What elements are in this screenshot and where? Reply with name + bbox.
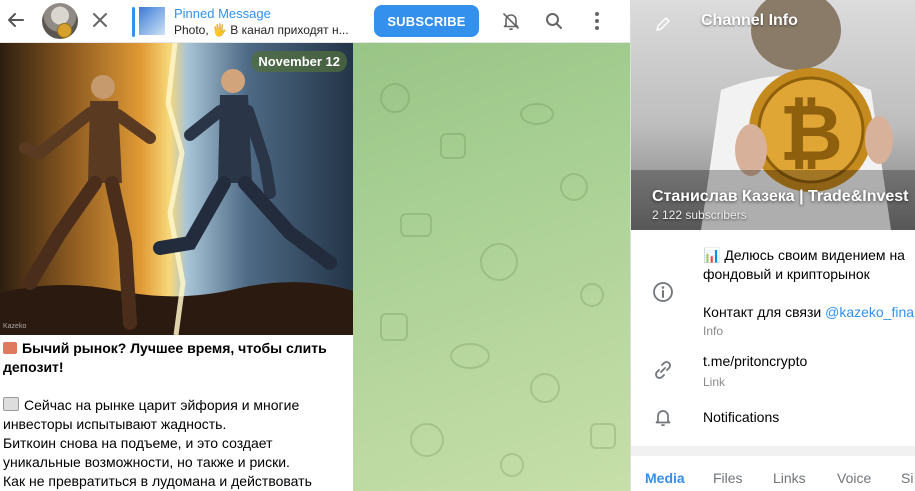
subscriber-count: 2 122 subscribers <box>652 208 747 222</box>
link-label: Link <box>703 375 726 389</box>
contact-line: Контакт для связи @kazeko_fina <box>703 303 914 322</box>
doodle-circle-icon <box>380 83 410 113</box>
doodle-circle-icon <box>480 243 518 281</box>
media-tabs: Media Files Links Voice Si <box>631 456 915 491</box>
edit-button[interactable] <box>651 12 675 36</box>
tab-similar[interactable]: Si <box>901 470 913 486</box>
doodle-square-icon <box>440 133 466 159</box>
bell-off-icon <box>503 13 519 31</box>
date-chip: November 12 <box>251 51 347 72</box>
subscribe-button[interactable]: SUBSCRIBE <box>374 5 479 37</box>
post-illustration <box>0 43 353 335</box>
post-paragraph: Биткоин снова на подъеме, и это создает … <box>3 435 290 470</box>
doodle-circle-icon <box>500 453 524 477</box>
channel-info-panel: ₿ Channel Info Станислав Казека | Trade&… <box>630 0 915 491</box>
doodle-circle-icon <box>530 373 560 403</box>
section-divider <box>631 446 915 456</box>
doodle-square-icon <box>590 423 616 449</box>
doodle-circle-icon <box>560 173 588 201</box>
pinned-title[interactable]: Pinned Message <box>174 6 271 21</box>
channel-name: Станислав Казека | Trade&Invest <box>652 188 909 205</box>
info-row[interactable]: 📊 Делюсь своим видением на фондовый и кр… <box>631 230 915 340</box>
notifications-row[interactable]: Notifications <box>631 398 915 438</box>
tab-voice[interactable]: Voice <box>837 470 871 486</box>
post-text: Бычий рынок? Лучшее время, чтобы слить д… <box>3 339 348 491</box>
pinned-thumbnail[interactable] <box>139 7 165 35</box>
post-paragraph: Как не превратиться в лудомана и действо… <box>3 473 312 489</box>
notifications-label: Notifications <box>703 409 780 425</box>
info-icon <box>651 280 675 304</box>
post-heading: Бычий рынок? Лучшее время, чтобы слить д… <box>3 339 348 377</box>
info-label: Info <box>703 324 724 338</box>
post-line: Сейчас на рынке царит эйфория и многие и… <box>3 397 300 432</box>
close-button[interactable] <box>88 8 112 32</box>
description-line: 📊 Делюсь своим видением на <box>703 247 905 263</box>
post-heading-text: Бычий рынок? Лучшее время, чтобы слить д… <box>3 340 327 375</box>
doodle-square-icon <box>400 213 432 237</box>
link-icon <box>651 358 675 382</box>
pinned-indicator <box>132 7 135 37</box>
back-button[interactable] <box>4 8 28 32</box>
doodle-circle-icon <box>410 423 444 457</box>
tab-files[interactable]: Files <box>713 470 743 486</box>
channel-post[interactable]: November 12 Kazeko Бычий рынок? Лучшее в… <box>0 43 353 491</box>
post-paragraph: Сейчас на рынке царит эйфория и многие и… <box>3 396 348 434</box>
multiplier-emoji-icon <box>3 397 19 411</box>
doodle-oval-icon <box>520 103 554 125</box>
chat-header: Pinned Message Photo, 🖐 В канал приходят… <box>0 0 630 43</box>
pinned-text[interactable]: Photo, 🖐 В канал приходят н... <box>174 23 359 37</box>
contact-label: Контакт для связи <box>703 304 826 320</box>
bell-icon <box>651 405 675 429</box>
arrow-left-icon <box>8 13 24 27</box>
description-line: фондовый и крипторынок <box>703 266 870 282</box>
channel-link[interactable]: t.me/pritoncrypto <box>703 352 807 371</box>
tab-links[interactable]: Links <box>773 470 806 486</box>
channel-description: 📊 Делюсь своим видением на фондовый и кр… <box>703 246 905 284</box>
search-button[interactable] <box>542 9 566 33</box>
money-emoji-icon <box>3 342 17 354</box>
doodle-circle-icon <box>580 283 604 307</box>
channel-hero: ₿ Channel Info Станислав Казека | Trade&… <box>631 0 915 230</box>
more-vertical-icon <box>595 12 599 30</box>
tab-media[interactable]: Media <box>645 470 685 486</box>
search-icon <box>546 13 562 29</box>
channel-avatar[interactable] <box>42 3 78 39</box>
svg-text:₿: ₿ <box>779 89 843 179</box>
doodle-square-icon <box>380 313 408 341</box>
doodle-oval-icon <box>450 343 490 369</box>
link-row[interactable]: t.me/pritoncrypto Link <box>631 345 915 395</box>
pencil-icon <box>656 17 670 31</box>
panel-title: Channel Info <box>701 12 798 29</box>
close-icon <box>93 13 107 27</box>
mute-button[interactable] <box>499 9 523 33</box>
contact-link[interactable]: @kazeko_fina <box>825 304 914 320</box>
post-photo[interactable]: November 12 Kazeko <box>0 43 353 335</box>
photo-watermark: Kazeko <box>3 323 27 330</box>
more-button[interactable] <box>585 9 609 33</box>
